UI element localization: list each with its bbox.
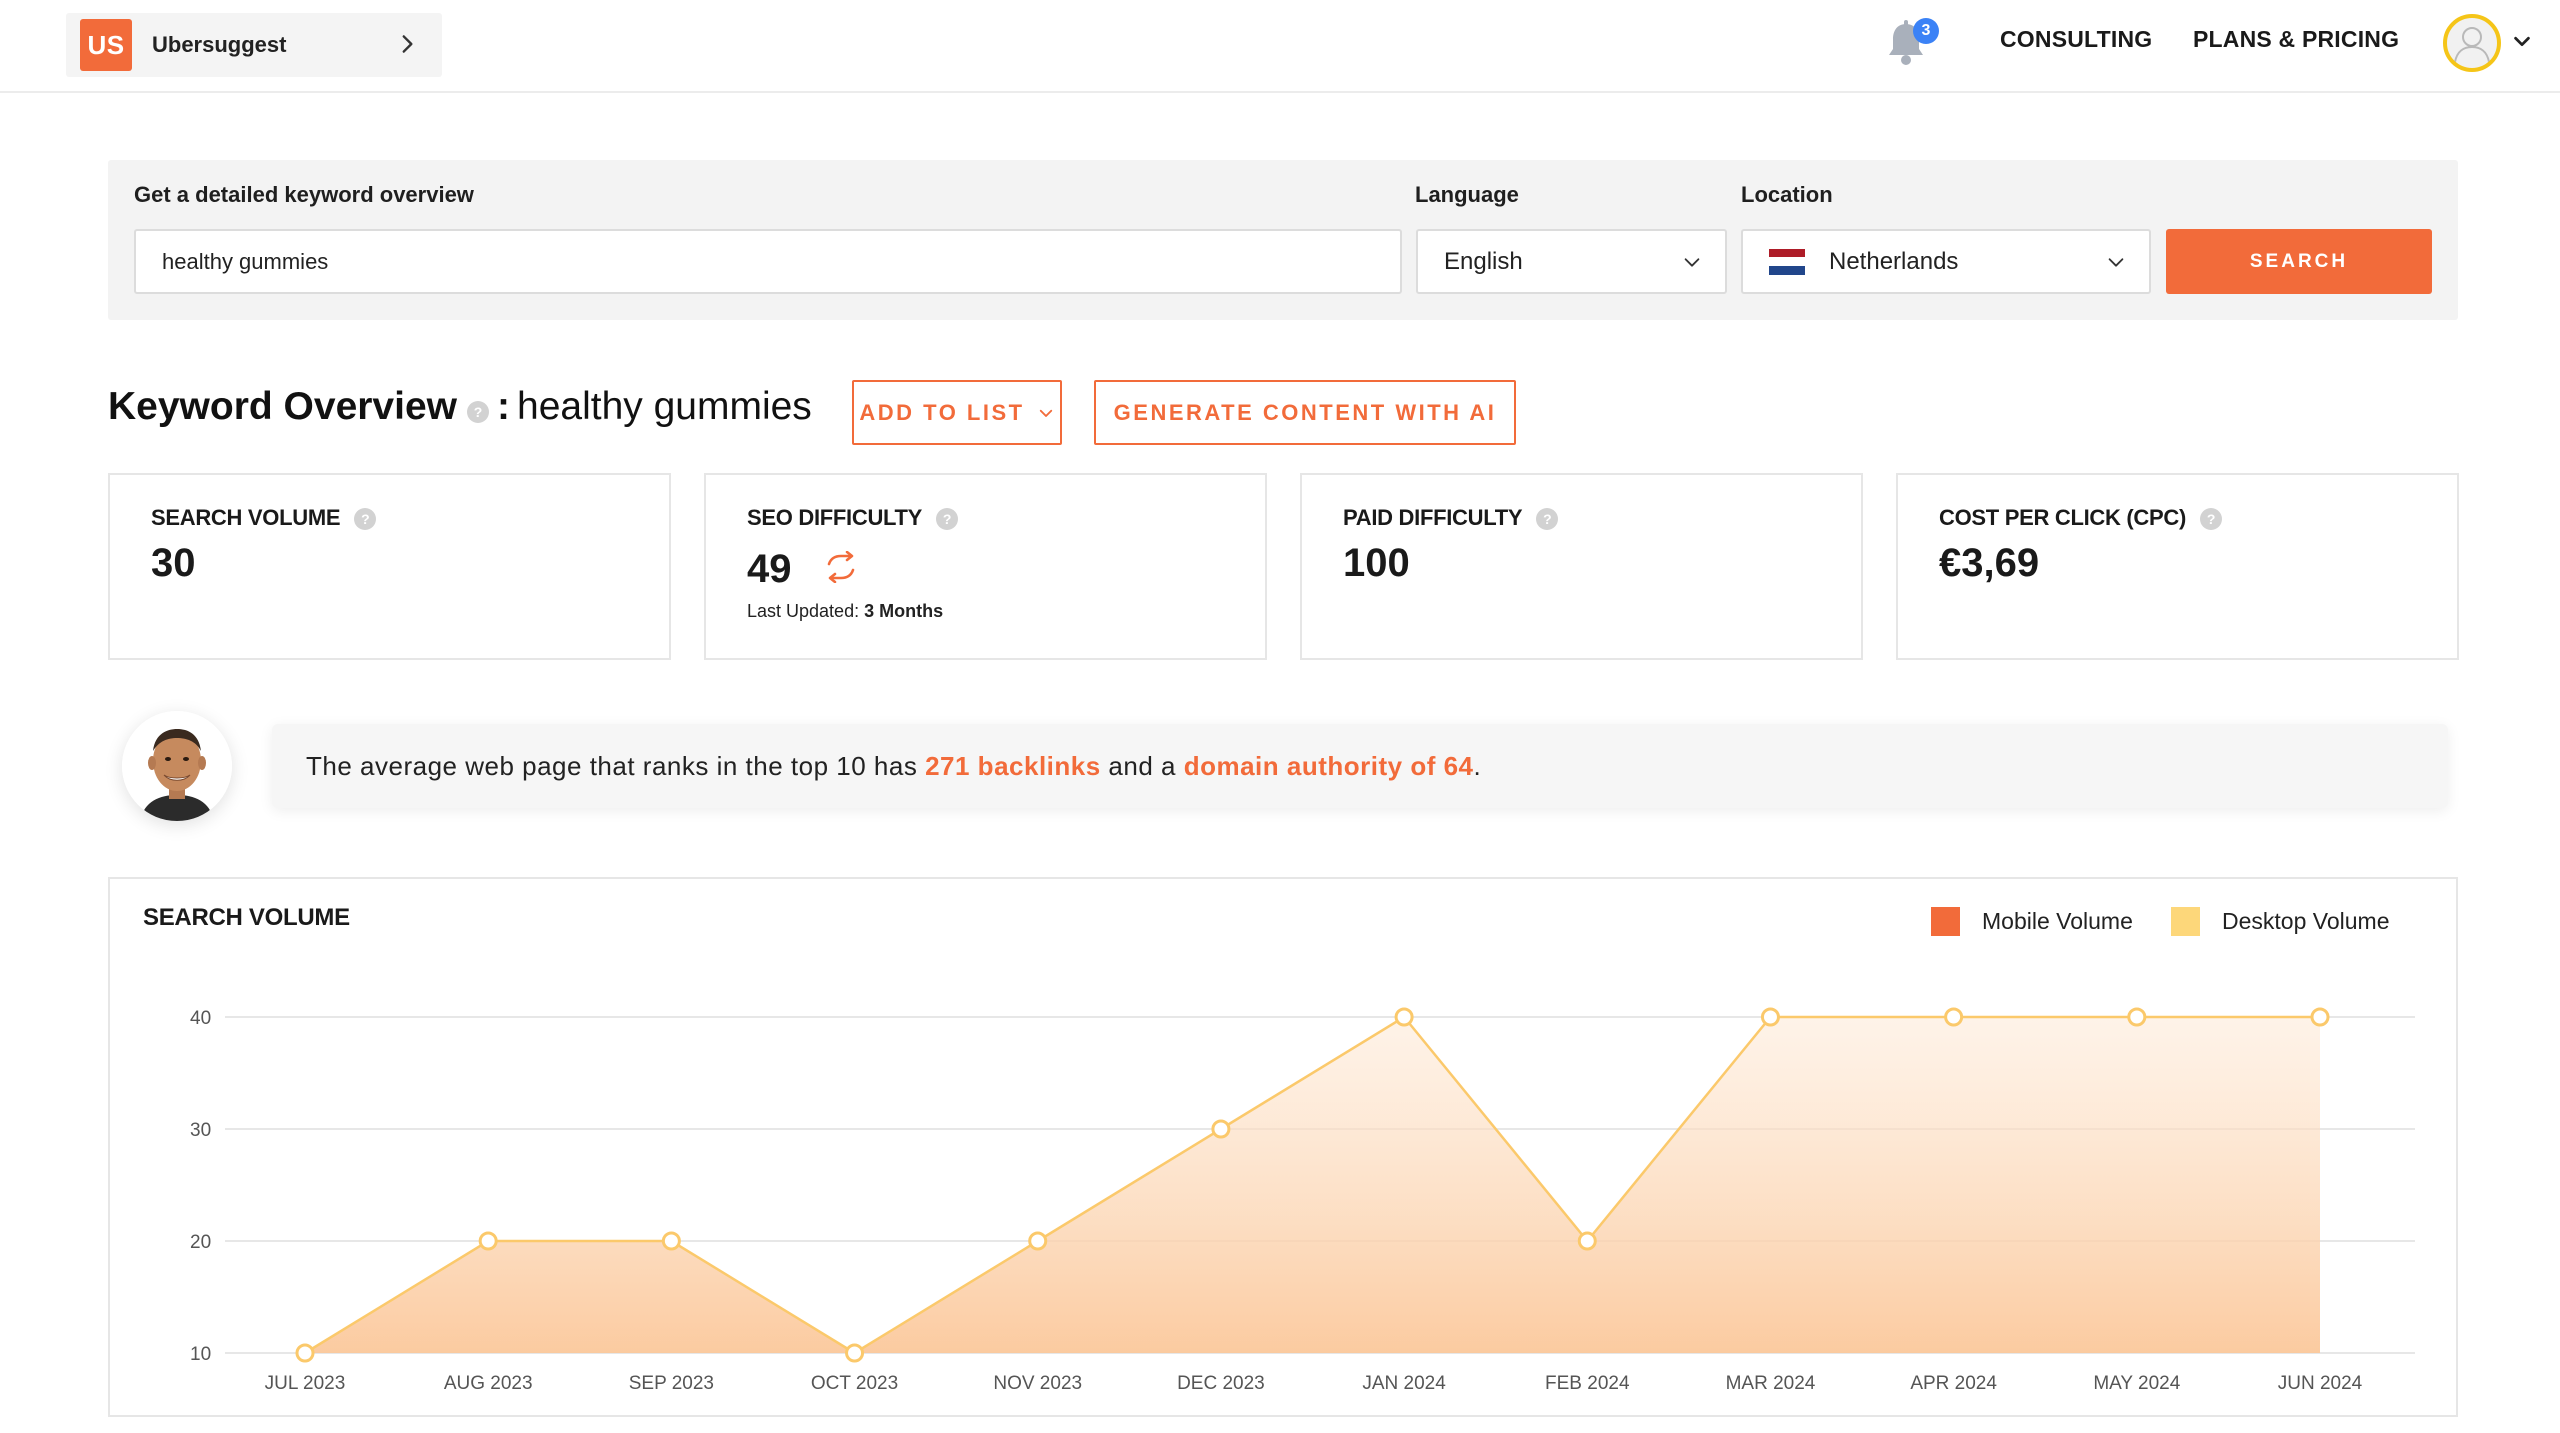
chevron-down-icon[interactable]: [2511, 30, 2533, 52]
project-badge: US: [80, 19, 132, 71]
netherlands-flag-icon: [1769, 248, 1805, 275]
cpc-label: COST PER CLICK (CPC)?: [1939, 505, 2223, 531]
search-volume-value: 30: [151, 541, 196, 585]
data-point: [1028, 1231, 1048, 1251]
last-updated: Last Updated: 3 Months: [747, 601, 944, 621]
x-tick-label: JUL 2023: [265, 1373, 346, 1394]
x-tick-label: DEC 2023: [1177, 1373, 1265, 1394]
x-tick-label: JAN 2024: [1362, 1373, 1446, 1394]
paid-difficulty-value: 100: [1343, 541, 1410, 585]
x-tick-label: OCT 2023: [811, 1373, 898, 1394]
banner-text-1: The average web page that ranks in the t…: [306, 750, 926, 781]
data-point: [2127, 1007, 2147, 1027]
help-icon[interactable]: ?: [354, 508, 377, 531]
advisor-portrait-icon: [122, 711, 232, 821]
notification-badge: 3: [1913, 18, 1939, 44]
chevron-right-icon: [402, 35, 413, 53]
help-icon[interactable]: ?: [1536, 508, 1559, 531]
data-point: [661, 1231, 681, 1251]
help-icon[interactable]: ?: [936, 508, 959, 531]
language-label: Language: [1415, 182, 1519, 207]
x-tick-label: APR 2024: [1910, 1373, 1997, 1394]
data-point: [845, 1343, 865, 1363]
location-select[interactable]: Netherlands: [1741, 229, 2151, 294]
search-volume-card: SEARCH VOLUME? 30: [108, 473, 671, 660]
seo-difficulty-card: SEO DIFFICULTY? 49 Last Updated: 3 Month…: [704, 473, 1267, 660]
series-area: [305, 1017, 2320, 1353]
add-to-list-button[interactable]: ADD TO LIST: [852, 380, 1062, 445]
add-to-list-label: ADD TO LIST: [859, 399, 1025, 425]
help-icon[interactable]: ?: [2200, 508, 2223, 531]
location-label: Location: [1741, 182, 1833, 207]
search-button[interactable]: SEARCH: [2166, 229, 2432, 294]
data-point: [1577, 1231, 1597, 1251]
chevron-down-icon: [2108, 258, 2124, 267]
x-tick-label: SEP 2023: [629, 1373, 714, 1394]
data-point: [478, 1231, 498, 1251]
backlinks-link[interactable]: 271 backlinks: [925, 751, 1101, 782]
top-bar: US Ubersuggest 3 CONSULTING PLANS & PRIC…: [0, 0, 2560, 93]
chevron-down-icon: [1039, 409, 1052, 417]
y-tick-label: 10: [190, 1344, 211, 1365]
cpc-value: €3,69: [1939, 541, 2040, 585]
x-tick-label: FEB 2024: [1545, 1373, 1630, 1394]
x-tick-label: JUN 2024: [2278, 1373, 2363, 1394]
data-point: [1394, 1007, 1414, 1027]
banner-text-2: and a: [1100, 750, 1184, 781]
domain-authority-link[interactable]: domain authority of 64: [1184, 751, 1474, 782]
search-volume-chart: SEARCH VOLUME Mobile Volume Desktop Volu…: [108, 877, 2458, 1417]
chart-plot: 10 20 30 40 JUL 2023 AUG 2023 SEP 2023 OCT 2023…: [190, 1007, 2415, 1394]
x-tick-label: MAY 2024: [2093, 1373, 2180, 1394]
language-select[interactable]: English: [1416, 229, 1727, 294]
banner-text-3: .: [1473, 750, 1482, 781]
keyword-label: Get a detailed keyword overview: [134, 182, 474, 207]
seo-difficulty-value: 49: [747, 547, 792, 591]
project-name: Ubersuggest: [152, 32, 287, 57]
location-value: Netherlands: [1829, 247, 1959, 275]
y-tick-label: 40: [190, 1008, 211, 1029]
x-tick-label: NOV 2023: [993, 1373, 1082, 1394]
y-tick-label: 30: [190, 1120, 211, 1141]
generate-content-button[interactable]: GENERATE CONTENT WITH AI: [1094, 380, 1516, 445]
seo-difficulty-label: SEO DIFFICULTY?: [747, 505, 959, 531]
language-value: English: [1444, 247, 1523, 275]
title-separator: :: [497, 385, 510, 428]
page-title: Keyword Overview: [108, 385, 457, 428]
overview-keyword: healthy gummies: [517, 385, 812, 428]
insight-banner: The average web page that ranks in the t…: [272, 724, 2448, 808]
nav-consulting[interactable]: CONSULTING: [2000, 26, 2152, 53]
project-switcher[interactable]: US Ubersuggest: [66, 13, 442, 77]
data-point: [1211, 1119, 1231, 1139]
x-tick-label: MAR 2024: [1726, 1373, 1816, 1394]
generate-content-label: GENERATE CONTENT WITH AI: [1113, 399, 1497, 425]
paid-difficulty-label: PAID DIFFICULTY?: [1343, 505, 1559, 531]
paid-difficulty-card: PAID DIFFICULTY? 100: [1300, 473, 1863, 660]
data-point: [2310, 1007, 2330, 1027]
search-volume-label: SEARCH VOLUME?: [151, 505, 377, 531]
x-tick-label: AUG 2023: [444, 1373, 533, 1394]
cpc-card: COST PER CLICK (CPC)? €3,69: [1896, 473, 2459, 660]
data-point: [295, 1343, 315, 1363]
user-icon: [2454, 27, 2490, 63]
data-point: [1944, 1007, 1964, 1027]
keyword-input[interactable]: [134, 229, 1402, 294]
nav-plans-pricing[interactable]: PLANS & PRICING: [2193, 26, 2399, 53]
advisor-avatar: [122, 711, 232, 821]
refresh-icon[interactable]: [823, 551, 859, 583]
chevron-down-icon: [1684, 258, 1700, 267]
y-tick-label: 20: [190, 1232, 211, 1253]
avatar[interactable]: [2443, 14, 2501, 72]
help-icon[interactable]: ?: [467, 401, 489, 423]
data-point: [1760, 1007, 1780, 1027]
